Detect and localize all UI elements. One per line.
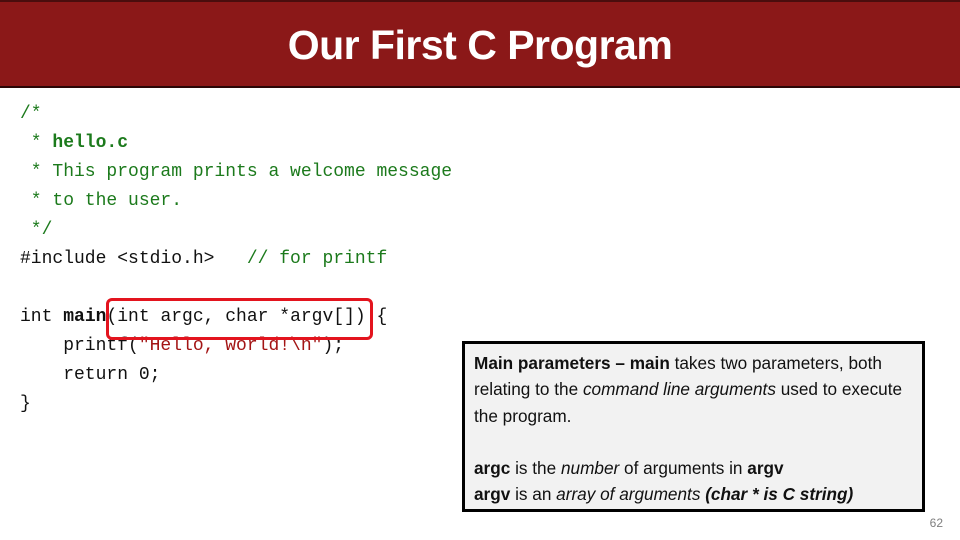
- code-line-comment-close: */: [20, 220, 53, 240]
- code-line-printf: printf("Hello, world!\n");: [20, 336, 345, 356]
- code-line-filename: * hello.c: [20, 133, 129, 153]
- slide-title: Our First C Program: [287, 21, 673, 68]
- code-line-include: #include <stdio.h> // for printf: [20, 249, 388, 269]
- title-bar: Our First C Program: [0, 0, 960, 88]
- explanation-callout: Main parameters – main takes two paramet…: [462, 341, 925, 512]
- code-line-main-signature: int main(int argc, char *argv[]) {: [20, 307, 388, 327]
- filename: hello.c: [52, 133, 129, 153]
- main-parameters: (int argc, char *argv[]): [106, 307, 366, 327]
- string-literal: "Hello, world!\n": [138, 336, 323, 356]
- callout-paragraph-main-params: Main parameters – main takes two paramet…: [474, 353, 903, 426]
- code-block: /* * hello.c * This program prints a wel…: [20, 100, 452, 419]
- code-line-comment: * This program prints a welcome message: [20, 162, 453, 182]
- callout-line-argc: argc is the number of arguments in argv: [474, 458, 784, 479]
- code-line-comment-open: /*: [20, 104, 42, 124]
- inline-comment: // for printf: [246, 249, 388, 269]
- callout-spacer: [474, 429, 914, 455]
- main-function-name: main: [63, 307, 107, 327]
- code-line-return: return 0;: [20, 365, 161, 385]
- page-number: 62: [929, 516, 943, 530]
- code-line-comment: * to the user.: [20, 191, 183, 211]
- callout-line-argv: argv is an array of arguments (char * is…: [474, 484, 854, 505]
- code-line-close-brace: }: [20, 394, 31, 414]
